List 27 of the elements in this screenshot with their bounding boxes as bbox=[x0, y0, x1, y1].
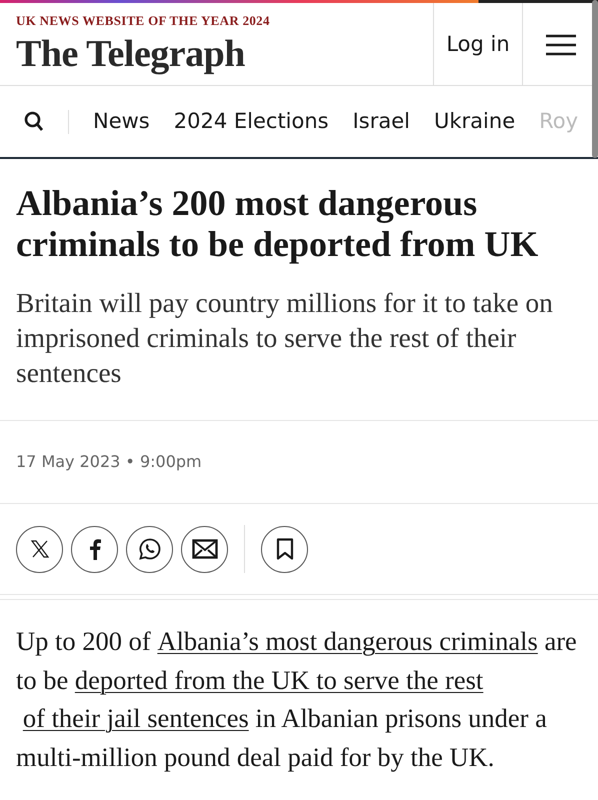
share-facebook-button[interactable] bbox=[71, 526, 118, 572]
scrollbar[interactable] bbox=[592, 0, 598, 158]
envelope-icon bbox=[192, 539, 218, 559]
whatsapp-icon bbox=[138, 537, 162, 561]
headline: Albania’s 200 most dangerous criminals to be deported from UK bbox=[16, 183, 540, 265]
nav-link[interactable]: 2024 Elections bbox=[174, 106, 329, 138]
nav-link[interactable]: Israel bbox=[352, 106, 410, 138]
standfirst: Britain will pay country millions for it to take on imprisoned criminals to serve the rest of their sentences bbox=[16, 286, 554, 390]
bookmark-icon bbox=[276, 538, 294, 560]
article-paragraph: Up to 200 of Albania’s most dangerous criminals are to be deported from the UK to serve the rest of their jail sentences in Albanian prisons under a multi-million pound deal paid for by the UK. bbox=[16, 625, 578, 774]
menu-icon bbox=[544, 34, 576, 56]
article-link[interactable]: of their jail sentences bbox=[22, 703, 249, 735]
share-whatsapp-button[interactable] bbox=[126, 526, 173, 572]
login-link[interactable]: Log in bbox=[433, 3, 522, 86]
search-icon[interactable] bbox=[24, 110, 44, 132]
bookmark-button[interactable] bbox=[261, 526, 308, 572]
x-icon bbox=[30, 539, 50, 559]
article-link[interactable]: deported from the UK to serve the rest bbox=[74, 664, 484, 696]
facebook-icon bbox=[88, 538, 100, 560]
article-link[interactable]: Albania’s most dangerous criminals bbox=[157, 626, 538, 658]
logo[interactable]: The Telegraph bbox=[16, 34, 433, 72]
publish-date: 17 May 2023 • 9:00pm bbox=[16, 451, 202, 473]
share-email-button[interactable] bbox=[181, 526, 228, 572]
share-x-button[interactable] bbox=[16, 526, 63, 572]
nav-link[interactable]: News bbox=[93, 106, 150, 138]
nav-link[interactable]: Ukraine bbox=[434, 106, 516, 138]
award-tagline: UK NEWS WEBSITE OF THE YEAR 2024 bbox=[16, 12, 271, 30]
